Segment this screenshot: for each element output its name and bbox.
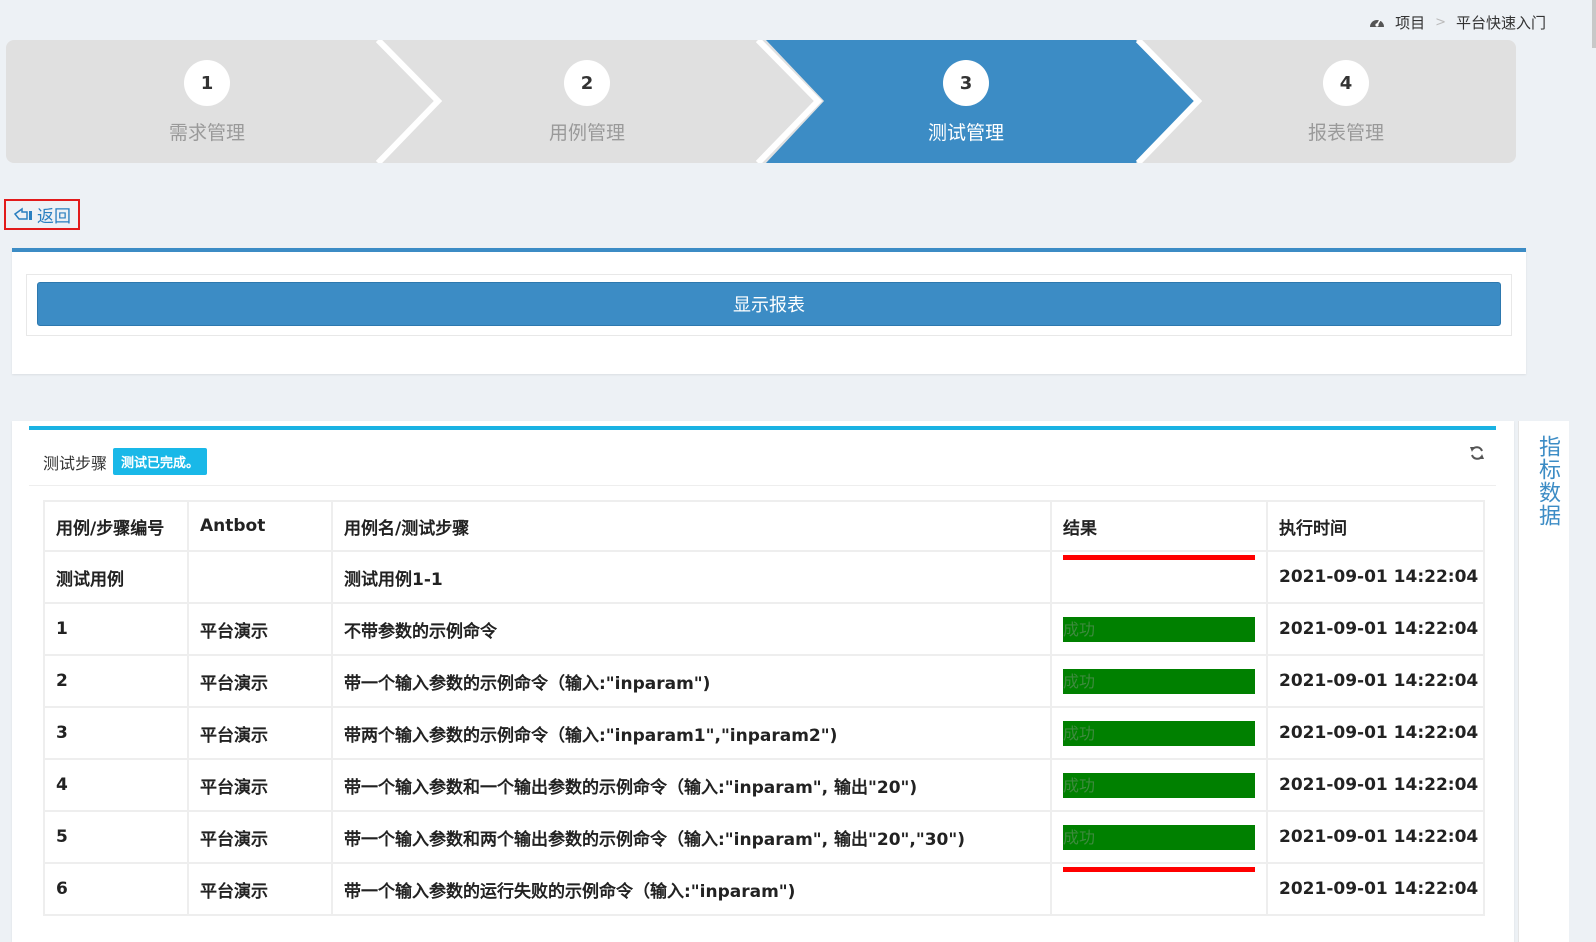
step-label: 测试管理 <box>927 122 1004 144</box>
hand-pointer-left-icon <box>13 207 32 220</box>
column-header-antbot: Antbot <box>187 500 333 552</box>
result-success-bar: 成功 <box>1063 668 1255 694</box>
cell-step-id: 3 <box>43 706 189 760</box>
result-success-bar: 成功 <box>1063 824 1255 850</box>
table-row: 测试用例 测试用例1-1 2021-09-01 14:22:04 <box>43 550 1485 604</box>
cell-antbot: 平台演示 <box>187 706 333 760</box>
cell-step-id: 5 <box>43 810 189 864</box>
panel-header: 测试步骤 测试已完成。 <box>43 448 208 475</box>
breadcrumb-item-project[interactable]: 项目 <box>1395 12 1425 33</box>
cell-name: 带两个输入参数的示例命令（输入:"inparam1","inparam2") <box>331 706 1052 760</box>
column-header-time: 执行时间 <box>1266 500 1485 552</box>
cell-result <box>1050 862 1268 916</box>
cell-time: 2021-09-01 14:22:04 <box>1266 654 1485 708</box>
back-link[interactable]: 返回 <box>4 199 80 230</box>
side-tab-metrics[interactable]: 指标数据 <box>1518 421 1569 942</box>
test-steps-panel: 测试步骤 测试已完成。 用例/步骤编号 Antbot 用例名/测试步骤 结果 执… <box>12 421 1514 942</box>
cell-antbot: 平台演示 <box>187 602 333 656</box>
wizard-step-requirements[interactable]: 1 需求管理 <box>17 40 397 163</box>
step-number: 2 <box>564 60 610 106</box>
step-label: 需求管理 <box>168 122 245 144</box>
cell-result: 成功 <box>1050 810 1268 864</box>
result-success-bar: 成功 <box>1063 616 1255 642</box>
header-divider <box>29 485 1496 486</box>
table-row: 2 平台演示 带一个输入参数的示例命令（输入:"inparam") 成功 202… <box>43 654 1485 708</box>
cell-step-id: 4 <box>43 758 189 812</box>
cell-time: 2021-09-01 14:22:04 <box>1266 758 1485 812</box>
cell-antbot <box>187 550 333 604</box>
page-scrollbar[interactable] <box>1592 0 1596 48</box>
cell-name: 测试用例1-1 <box>331 550 1052 604</box>
step-label: 用例管理 <box>548 122 625 144</box>
cell-result: 成功 <box>1050 602 1268 656</box>
cell-time: 2021-09-01 14:22:04 <box>1266 810 1485 864</box>
cell-name: 带一个输入参数和两个输出参数的示例命令（输入:"inparam", 输出"20"… <box>331 810 1052 864</box>
cell-time: 2021-09-01 14:22:04 <box>1266 550 1485 604</box>
table-row: 1 平台演示 不带参数的示例命令 成功 2021-09-01 14:22:04 <box>43 602 1485 656</box>
cell-result: 成功 <box>1050 654 1268 708</box>
result-success-bar: 成功 <box>1063 772 1255 798</box>
table-row: 5 平台演示 带一个输入参数和两个输出参数的示例命令（输入:"inparam",… <box>43 810 1485 864</box>
column-header-name: 用例名/测试步骤 <box>331 500 1052 552</box>
column-header-step-id: 用例/步骤编号 <box>43 500 189 552</box>
cell-step-id: 6 <box>43 862 189 916</box>
wizard-step-test-management[interactable]: 3 测试管理 <box>776 40 1156 163</box>
dashboard-icon <box>1370 19 1385 27</box>
status-badge: 测试已完成。 <box>113 448 208 475</box>
report-panel: 显示报表 <box>12 248 1526 374</box>
cell-name: 带一个输入参数的示例命令（输入:"inparam") <box>331 654 1052 708</box>
panel-accent-line <box>29 426 1496 430</box>
test-steps-table: 用例/步骤编号 Antbot 用例名/测试步骤 结果 执行时间 测试用例 测试用… <box>43 500 1485 916</box>
cell-name: 带一个输入参数和一个输出参数的示例命令（输入:"inparam", 输出"20"… <box>331 758 1052 812</box>
cell-step-id: 1 <box>43 602 189 656</box>
wizard-step-test-cases[interactable]: 2 用例管理 <box>397 40 777 163</box>
breadcrumb-item-quickstart[interactable]: 平台快速入门 <box>1456 12 1546 33</box>
show-report-button[interactable]: 显示报表 <box>37 282 1501 326</box>
step-number: 1 <box>184 60 230 106</box>
table-row: 3 平台演示 带两个输入参数的示例命令（输入:"inparam1","inpar… <box>43 706 1485 760</box>
cell-antbot: 平台演示 <box>187 654 333 708</box>
cell-step-id: 2 <box>43 654 189 708</box>
cell-time: 2021-09-01 14:22:04 <box>1266 862 1485 916</box>
cell-antbot: 平台演示 <box>187 810 333 864</box>
wizard-step-reports[interactable]: 4 报表管理 <box>1156 40 1536 163</box>
breadcrumb-separator: > <box>1435 14 1446 30</box>
table-row: 6 平台演示 带一个输入参数的运行失败的示例命令（输入:"inparam") 2… <box>43 862 1485 916</box>
cell-step-id: 测试用例 <box>43 550 189 604</box>
cell-result: 成功 <box>1050 706 1268 760</box>
report-panel-body: 显示报表 <box>26 274 1512 336</box>
side-tab-label: 指标数据 <box>1535 435 1560 527</box>
cell-result <box>1050 550 1268 604</box>
result-fail-bar <box>1063 555 1255 560</box>
cell-antbot: 平台演示 <box>187 758 333 812</box>
cell-result: 成功 <box>1050 758 1268 812</box>
table-header-row: 用例/步骤编号 Antbot 用例名/测试步骤 结果 执行时间 <box>43 500 1485 552</box>
step-number: 3 <box>943 60 989 106</box>
result-success-bar: 成功 <box>1063 720 1255 746</box>
table-row: 4 平台演示 带一个输入参数和一个输出参数的示例命令（输入:"inparam",… <box>43 758 1485 812</box>
step-label: 报表管理 <box>1307 122 1384 144</box>
refresh-icon[interactable] <box>1469 445 1485 461</box>
breadcrumb: 项目 > 平台快速入门 <box>1369 12 1546 32</box>
column-header-result: 结果 <box>1050 500 1268 552</box>
back-link-label: 返回 <box>37 207 71 227</box>
cell-time: 2021-09-01 14:22:04 <box>1266 706 1485 760</box>
step-wizard: 1 需求管理 2 用例管理 3 测试管理 4 报表管理 <box>6 40 1516 163</box>
cell-name: 带一个输入参数的运行失败的示例命令（输入:"inparam") <box>331 862 1052 916</box>
cell-time: 2021-09-01 14:22:04 <box>1266 602 1485 656</box>
result-fail-bar <box>1063 867 1255 872</box>
cell-antbot: 平台演示 <box>187 862 333 916</box>
cell-name: 不带参数的示例命令 <box>331 602 1052 656</box>
step-number: 4 <box>1323 60 1369 106</box>
panel-title: 测试步骤 <box>43 453 108 473</box>
